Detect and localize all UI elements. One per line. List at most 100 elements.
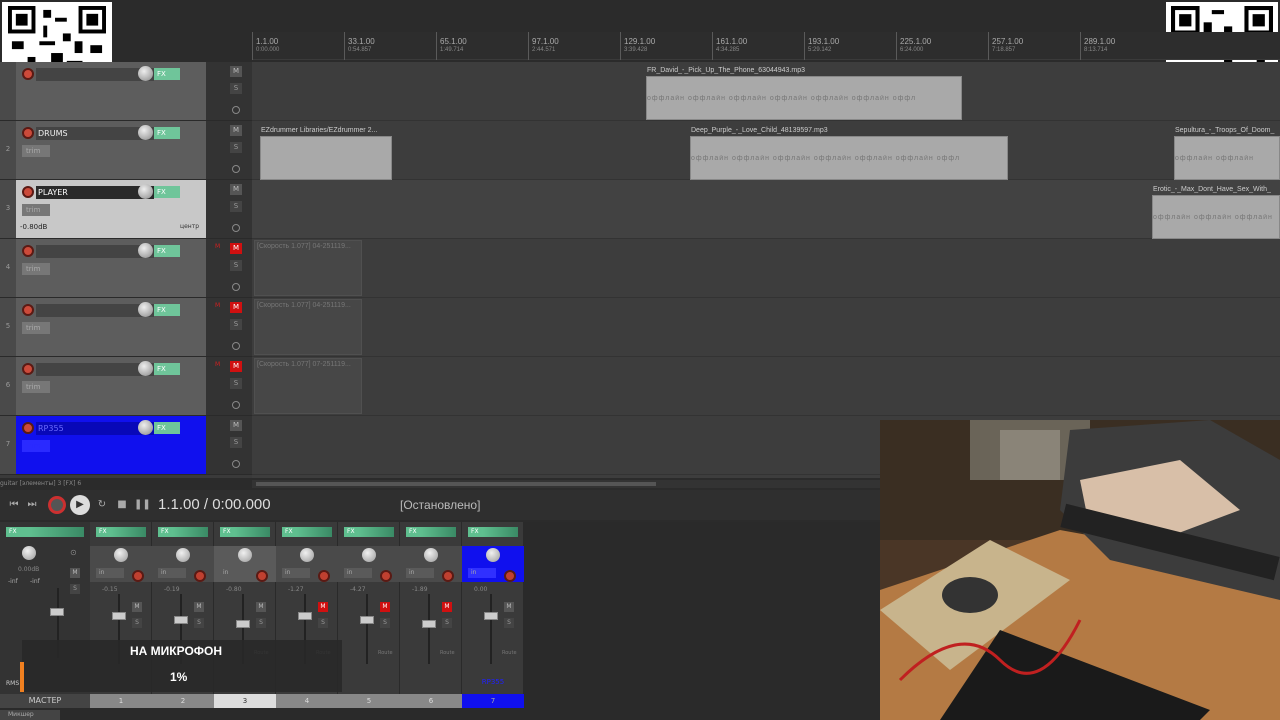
- track-name[interactable]: RP355: [36, 422, 154, 435]
- channel-mute-button[interactable]: M: [256, 602, 266, 612]
- track-panel[interactable]: PLAYER FX trim -0.80dB центр: [16, 180, 206, 238]
- track-row[interactable]: FX M S: [0, 62, 252, 121]
- mute-button[interactable]: M: [230, 125, 242, 136]
- phase-icon[interactable]: [232, 342, 240, 350]
- loop-icon[interactable]: ↻: [116, 34, 130, 48]
- channel-record-arm[interactable]: [256, 570, 268, 582]
- track-lane[interactable]: [252, 357, 1280, 416]
- track-lane[interactable]: [252, 298, 1280, 357]
- volume-knob[interactable]: [138, 66, 153, 81]
- mute-button[interactable]: M: [230, 420, 242, 431]
- horizontal-scrollbar[interactable]: [252, 480, 880, 488]
- solo-button[interactable]: S: [230, 83, 242, 94]
- channel-route-button[interactable]: Route: [440, 650, 455, 656]
- channel-pan-knob[interactable]: [300, 548, 314, 562]
- mute-button[interactable]: M: [230, 243, 242, 254]
- solo-button[interactable]: S: [230, 260, 242, 271]
- stop-button[interactable]: ■: [114, 497, 130, 513]
- volume-knob[interactable]: [138, 184, 153, 199]
- master-settings-icon[interactable]: ⊙: [70, 548, 77, 557]
- record-arm-button[interactable]: [22, 68, 34, 80]
- record-arm-button[interactable]: [22, 363, 34, 375]
- channel-mute-button[interactable]: M: [318, 602, 328, 612]
- channel-number[interactable]: 4: [276, 694, 338, 708]
- channel-number[interactable]: 6: [400, 694, 462, 708]
- trim-button[interactable]: trim: [22, 381, 50, 393]
- solo-button[interactable]: S: [230, 142, 242, 153]
- pause-button[interactable]: ❚❚: [134, 497, 151, 513]
- channel-solo-button[interactable]: S: [504, 618, 514, 628]
- channel-fader[interactable]: [174, 616, 188, 624]
- channel-fader[interactable]: [236, 620, 250, 628]
- channel-fader[interactable]: [484, 612, 498, 620]
- fx-button[interactable]: FX: [154, 127, 180, 139]
- record-arm-button[interactable]: [22, 186, 34, 198]
- channel-fx-button[interactable]: FX: [344, 527, 394, 537]
- track-lane[interactable]: [252, 180, 1280, 239]
- channel-input-button[interactable]: in: [96, 568, 124, 578]
- mixer-channel[interactable]: FX in -1.89 M S Route 6: [400, 522, 462, 708]
- phase-icon[interactable]: [232, 106, 240, 114]
- channel-pan-knob[interactable]: [424, 548, 438, 562]
- channel-solo-button[interactable]: S: [132, 618, 142, 628]
- trim-button[interactable]: trim: [22, 440, 50, 452]
- channel-number[interactable]: 5: [338, 694, 400, 708]
- channel-mute-button[interactable]: M: [442, 602, 452, 612]
- track-panel[interactable]: FX trim: [16, 298, 206, 356]
- track-row[interactable]: 5 FX trim M M S: [0, 298, 252, 357]
- mixer-tab[interactable]: Микшер: [0, 710, 60, 720]
- scrollbar-thumb[interactable]: [256, 482, 656, 486]
- track-panel[interactable]: RP355 FX trim: [16, 416, 206, 474]
- media-item[interactable]: [Скорость 1.077] 04-251119...: [254, 299, 362, 355]
- channel-pan-knob[interactable]: [362, 548, 376, 562]
- play-button[interactable]: ▶: [70, 495, 90, 515]
- track-name[interactable]: [36, 245, 154, 258]
- track-row[interactable]: 3 PLAYER FX trim -0.80dB центр M S: [0, 180, 252, 239]
- media-item[interactable]: [Скорость 1.077] 07-251119...: [254, 358, 362, 414]
- channel-record-arm[interactable]: [194, 570, 206, 582]
- fx-button[interactable]: FX: [154, 245, 180, 257]
- phase-icon[interactable]: [232, 460, 240, 468]
- metronome-icon[interactable]: ▲: [136, 12, 150, 26]
- repeat-icon[interactable]: ↻: [94, 497, 110, 513]
- channel-fx-button[interactable]: FX: [220, 527, 270, 537]
- channel-fx-button[interactable]: FX: [406, 527, 456, 537]
- trim-button[interactable]: trim: [22, 145, 50, 157]
- master-mute-button[interactable]: M: [70, 568, 80, 578]
- solo-button[interactable]: S: [230, 201, 242, 212]
- media-item[interactable]: EZdrummer Libraries/EZdrummer 2...: [260, 127, 392, 180]
- go-to-start-icon[interactable]: ⏮: [6, 497, 22, 513]
- channel-mute-button[interactable]: M: [194, 602, 204, 612]
- channel-solo-button[interactable]: S: [256, 618, 266, 628]
- track-name[interactable]: [36, 68, 154, 81]
- track-panel[interactable]: FX: [16, 62, 206, 120]
- channel-mute-button[interactable]: M: [380, 602, 390, 612]
- fx-button[interactable]: FX: [154, 422, 180, 434]
- channel-fx-button[interactable]: FX: [468, 527, 518, 537]
- timeline-ruler[interactable]: 1.1.00 0:00.000 33.1.00 0:54.857 65.1.00 1:49…: [252, 32, 1280, 60]
- channel-pan-knob[interactable]: [114, 548, 128, 562]
- channel-record-arm[interactable]: [442, 570, 454, 582]
- media-item[interactable]: Erotic_-_Max_Dont_Have_Sex_With_ оффлайн …: [1152, 186, 1280, 239]
- channel-fx-button[interactable]: FX: [96, 527, 146, 537]
- mute-button[interactable]: M: [230, 361, 242, 372]
- mute-button[interactable]: M: [230, 302, 242, 313]
- channel-solo-button[interactable]: S: [194, 618, 204, 628]
- channel-solo-button[interactable]: S: [380, 618, 390, 628]
- track-panel[interactable]: FX trim: [16, 239, 206, 297]
- mixer-channel[interactable]: FX in -4.27 M S Route 5: [338, 522, 400, 708]
- channel-number[interactable]: 7: [462, 694, 524, 708]
- trim-button[interactable]: trim: [22, 263, 50, 275]
- channel-input-button[interactable]: in: [158, 568, 186, 578]
- media-item[interactable]: Deep_Purple_-_Love_Child_48139597.mp3 офф…: [690, 127, 1008, 180]
- master-solo-button[interactable]: S: [70, 584, 80, 594]
- channel-input-button[interactable]: in: [220, 568, 248, 578]
- media-item[interactable]: FR_David_-_Pick_Up_The_Phone_63044943.mp…: [646, 67, 962, 120]
- track-lane[interactable]: [252, 239, 1280, 298]
- fx-button[interactable]: FX: [154, 304, 180, 316]
- channel-fx-button[interactable]: FX: [158, 527, 208, 537]
- record-arm-button[interactable]: [22, 422, 34, 434]
- mixer-channel[interactable]: FX in 0.00 M S Route RP355 7: [462, 522, 524, 708]
- phase-icon[interactable]: [232, 165, 240, 173]
- channel-mute-button[interactable]: M: [132, 602, 142, 612]
